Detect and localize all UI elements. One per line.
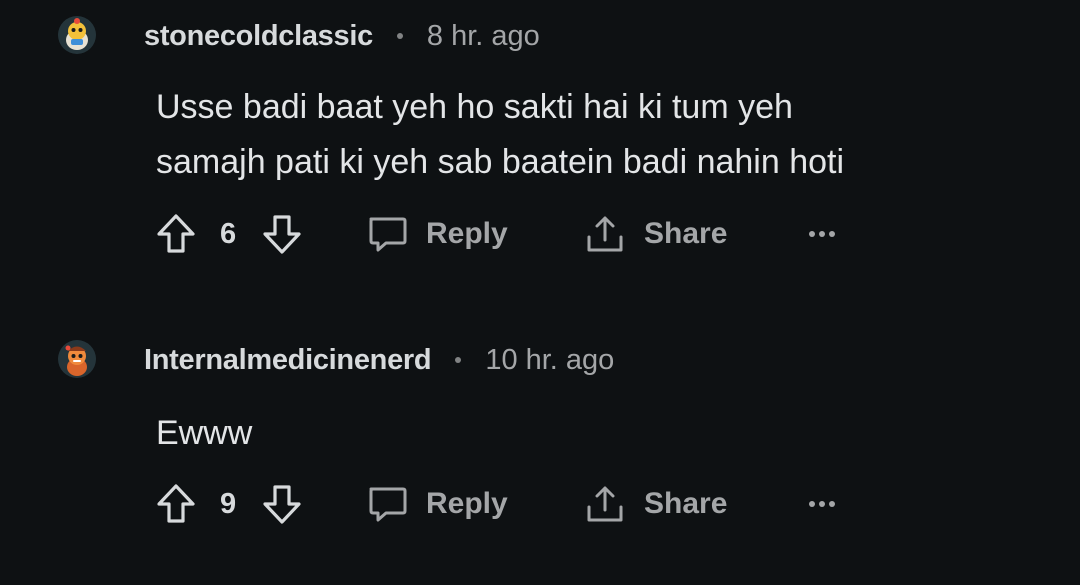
comment-actions: 6 Reply Share <box>156 209 856 259</box>
share-label: Share <box>644 217 728 250</box>
comment-body-line: Ewww <box>156 414 253 452</box>
reply-label: Reply <box>426 487 508 520</box>
downvote-arrow-icon <box>263 215 301 254</box>
share-button[interactable]: Share <box>584 209 727 259</box>
share-upload-icon <box>587 216 623 252</box>
comment: Internalmedicinenerd 10 hr. ago Ewww 9 R… <box>0 320 1080 585</box>
comment-actions: 9 Reply Share <box>156 479 856 529</box>
user-avatar[interactable] <box>58 340 96 378</box>
comment-body: Usse badi baat yeh ho sakti hai ki tum y… <box>156 80 1036 190</box>
speech-bubble-icon <box>369 487 407 522</box>
username[interactable]: stonecoldclassic <box>144 20 373 53</box>
share-label: Share <box>644 487 728 520</box>
downvote-button[interactable] <box>262 479 302 529</box>
speech-bubble-icon <box>369 217 407 252</box>
downvote-arrow-icon <box>263 485 301 524</box>
downvote-button[interactable] <box>262 209 302 259</box>
snoo-avatar-icon <box>58 16 96 54</box>
timestamp[interactable]: 10 hr. ago <box>485 344 614 377</box>
comment-body-line: samajh pati ki yeh sab baatein badi nahi… <box>156 143 845 181</box>
comment-body-line: Usse badi baat yeh ho sakti hai ki tum y… <box>156 88 793 126</box>
vote-score: 9 <box>220 487 237 520</box>
reply-button[interactable]: Reply <box>366 209 508 259</box>
vote-score: 6 <box>220 217 237 250</box>
more-options-button[interactable] <box>808 479 838 529</box>
reply-label: Reply <box>426 217 508 250</box>
share-upload-icon <box>587 486 623 522</box>
comment-meta: Internalmedicinenerd 10 hr. ago <box>144 340 614 380</box>
separator-dot <box>455 357 462 363</box>
user-avatar[interactable] <box>58 16 96 54</box>
upvote-arrow-icon <box>157 214 195 253</box>
more-options-button[interactable] <box>808 209 838 259</box>
share-button[interactable]: Share <box>584 479 727 529</box>
comment: stonecoldclassic 8 hr. ago Usse badi baa… <box>0 0 1080 290</box>
upvote-arrow-icon <box>157 484 195 523</box>
comment-meta: stonecoldclassic 8 hr. ago <box>144 16 540 56</box>
comment-body: Ewww <box>156 406 1036 461</box>
snoo-avatar-icon <box>58 340 96 378</box>
ellipsis-icon <box>809 231 835 237</box>
separator-dot <box>396 33 403 39</box>
timestamp[interactable]: 8 hr. ago <box>427 20 540 53</box>
upvote-button[interactable] <box>156 209 196 259</box>
username[interactable]: Internalmedicinenerd <box>144 344 432 377</box>
reply-button[interactable]: Reply <box>366 479 508 529</box>
upvote-button[interactable] <box>156 479 196 529</box>
ellipsis-icon <box>809 501 835 507</box>
